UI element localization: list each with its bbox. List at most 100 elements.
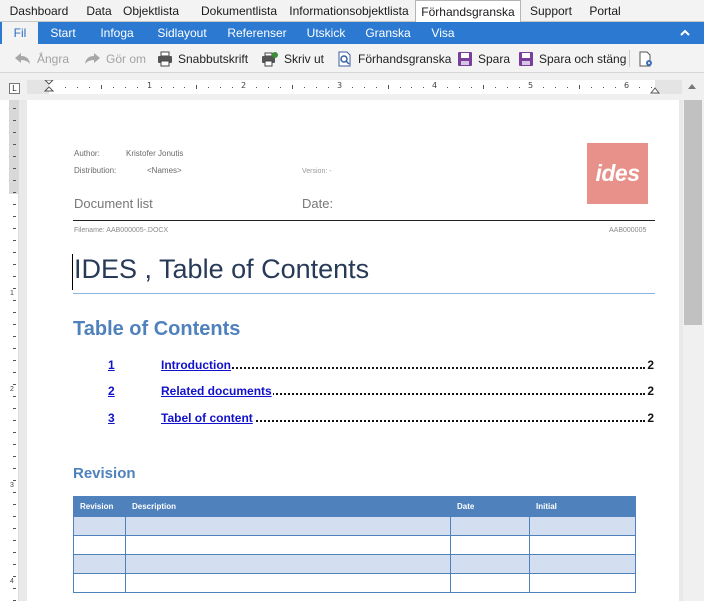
toc-entry-number[interactable]: 1 — [108, 358, 115, 372]
table-cell[interactable] — [125, 554, 451, 574]
toc-entry-title[interactable]: Related documents — [161, 384, 273, 398]
ribbon-tab-bar: Fil Start Infoga Sidlayout Referenser Ut… — [0, 22, 704, 44]
vertical-scrollbar[interactable] — [683, 100, 704, 601]
document-title[interactable]: IDES , Table of Contents — [74, 254, 369, 285]
toc-entry-page: 2 — [646, 411, 654, 425]
ruler-toggle-up-icon[interactable] — [685, 80, 699, 94]
table-cell[interactable] — [529, 535, 636, 555]
save-button[interactable]: Spara — [457, 48, 510, 69]
chevron-up-icon[interactable] — [678, 26, 692, 40]
nav-tab-forhandsgranska[interactable]: Förhandsgranska — [415, 0, 521, 23]
table-cell[interactable] — [125, 535, 451, 555]
ruler-tick — [256, 87, 257, 88]
ruler-number: 2 — [241, 81, 247, 90]
ribbon-tab-fil[interactable]: Fil — [2, 22, 38, 44]
ruler-tick — [280, 87, 281, 88]
ruler-tick — [388, 85, 389, 89]
ruler-tick — [603, 87, 604, 88]
ruler-number: 5 — [528, 81, 534, 90]
table-cell[interactable] — [125, 573, 451, 593]
toc-entry-title[interactable]: Introduction — [161, 358, 232, 372]
ribbon-tab-utskick[interactable]: Utskick — [302, 22, 350, 44]
ribbon-tab-infoga[interactable]: Infoga — [94, 22, 140, 44]
table-cell[interactable] — [73, 554, 126, 574]
document-settings-icon — [639, 51, 652, 66]
table-cell[interactable] — [450, 516, 530, 536]
ruler-tick — [13, 408, 16, 409]
table-cell[interactable] — [450, 573, 530, 593]
table-cell[interactable] — [73, 516, 126, 536]
scrollbar-thumb[interactable] — [684, 100, 702, 325]
quick-print-button[interactable]: Snabbutskrift — [157, 48, 248, 69]
nav-tab-dashboard[interactable]: Dashboard — [4, 0, 74, 22]
ruler-tick — [161, 87, 162, 88]
table-cell[interactable] — [450, 554, 530, 574]
vertical-ruler[interactable]: 1 2 3 4 — [9, 100, 19, 601]
ribbon-tab-granska[interactable]: Granska — [361, 22, 415, 44]
undo-button[interactable]: Ångra — [14, 48, 69, 69]
ribbon-tab-visa[interactable]: Visa — [424, 22, 462, 44]
ruler-tick — [268, 87, 269, 88]
right-indent-marker-icon[interactable] — [650, 87, 660, 94]
quick-print-label: Snabbutskrift — [178, 51, 249, 66]
table-row[interactable] — [73, 516, 636, 536]
ruler-tick — [13, 276, 16, 277]
toc-entry-number[interactable]: 3 — [108, 411, 115, 425]
ruler-tick — [471, 87, 472, 88]
print-button[interactable]: Skriv ut — [261, 48, 324, 69]
table-header-cell: Description — [125, 496, 451, 517]
ruler-tick — [13, 576, 16, 577]
table-cell[interactable] — [450, 535, 530, 555]
table-cell[interactable] — [529, 573, 636, 593]
horizontal-ruler[interactable]: 1 2 3 4 5 6 — [27, 80, 682, 94]
redo-button[interactable]: Gör om — [83, 48, 146, 69]
redo-label: Gör om — [106, 51, 147, 66]
ruler-tick — [13, 228, 16, 229]
ribbon-tab-start[interactable]: Start — [44, 22, 82, 44]
toolbar-divider — [629, 50, 630, 67]
table-cell[interactable] — [529, 554, 636, 574]
preview-button[interactable]: Förhandsgranska — [337, 48, 451, 69]
ruler-tick — [13, 552, 16, 553]
revision-table-header: Revision Description Date Initial — [73, 496, 636, 517]
ribbon-tab-sidlayout[interactable]: Sidlayout — [152, 22, 212, 44]
save-and-close-button[interactable]: Spara och stäng — [518, 48, 626, 69]
table-row[interactable] — [73, 573, 636, 593]
nav-tab-dokumentlista[interactable]: Dokumentlista — [196, 0, 282, 22]
nav-tab-informationsobjektlista[interactable]: Informationsobjektlista — [287, 0, 411, 22]
save-close-icon — [519, 51, 533, 66]
toc-entry-number[interactable]: 2 — [108, 384, 115, 398]
toc-entry[interactable]: 3 Tabel of content 2 — [108, 411, 654, 427]
printer-icon — [158, 51, 172, 66]
ruler-tick — [543, 87, 544, 88]
table-cell[interactable] — [73, 535, 126, 555]
ruler-tick — [13, 324, 16, 325]
nav-tab-support[interactable]: Support — [525, 0, 577, 22]
document-settings-button[interactable] — [638, 48, 659, 69]
toc-entry-title[interactable]: Tabel of content — [161, 411, 254, 425]
table-cell[interactable] — [529, 516, 636, 536]
ruler-tick — [13, 252, 16, 253]
ruler-tick — [328, 87, 329, 88]
ruler-tick — [519, 87, 520, 88]
ruler-tick — [411, 87, 412, 88]
ruler-tick — [13, 468, 16, 469]
ribbon-tab-referenser[interactable]: Referenser — [222, 22, 292, 44]
table-row[interactable] — [73, 554, 636, 574]
table-cell[interactable] — [73, 573, 126, 593]
ruler-tick — [208, 87, 209, 88]
ruler-tick — [173, 87, 174, 88]
tab-stop-selector[interactable]: L — [9, 83, 20, 94]
ruler-tick — [184, 87, 185, 88]
nav-tab-objektlista[interactable]: Objektlista — [112, 0, 190, 22]
toc-entry[interactable]: 1 Introduction 2 — [108, 358, 654, 374]
table-cell[interactable] — [125, 516, 451, 536]
table-row[interactable] — [73, 535, 636, 555]
ruler-tick — [13, 288, 16, 289]
ruler-number: 4 — [432, 81, 438, 90]
nav-tab-portal[interactable]: Portal — [585, 0, 625, 22]
indent-marker-icon[interactable] — [44, 80, 54, 94]
ruler-number: 6 — [624, 81, 630, 90]
toc-entry[interactable]: 2 Related documents 2 — [108, 384, 654, 400]
ruler-tick — [651, 87, 652, 88]
